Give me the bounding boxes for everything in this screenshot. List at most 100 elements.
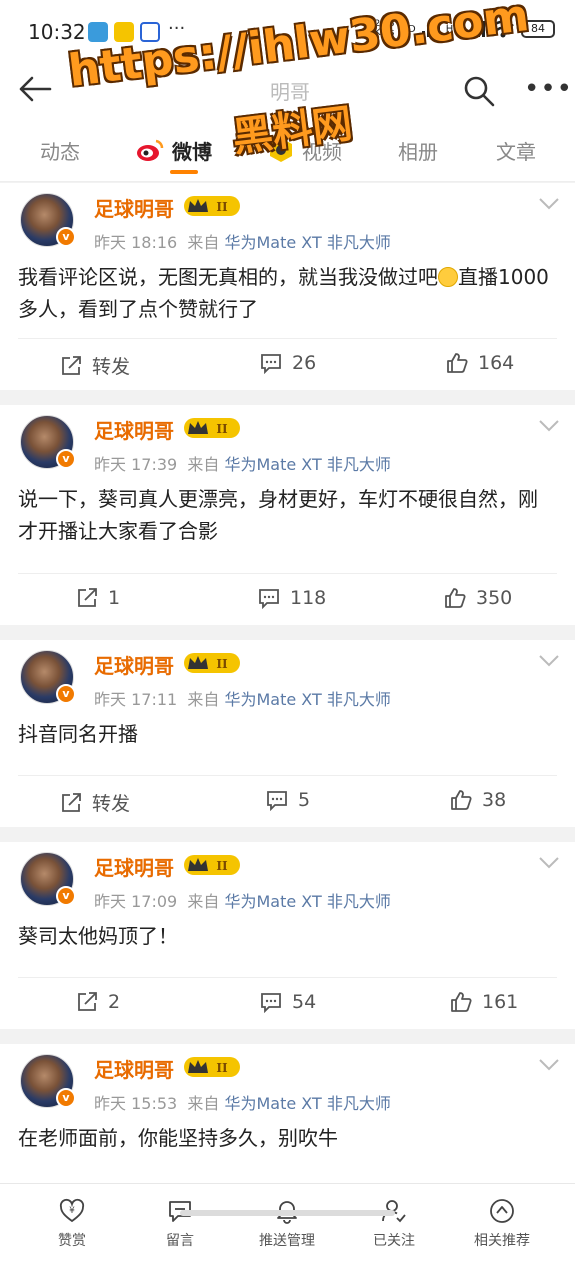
clock: 10:32 — [28, 20, 86, 44]
post-actions: 2 54 161 — [18, 977, 557, 1029]
repost-button[interactable]: 1 — [76, 587, 120, 609]
comment-button[interactable]: 5 — [266, 789, 310, 811]
post-source[interactable]: 华为Mate XT 非凡大师 — [224, 455, 390, 474]
repost-icon — [62, 792, 81, 812]
repost-button[interactable]: 转发 — [60, 789, 130, 816]
post-card[interactable]: v 足球明哥 II 昨天 18:16 来自 华为Mate XT 非凡大师 我看评… — [0, 183, 575, 390]
grin-emoji-icon — [438, 267, 458, 287]
scroll-handle[interactable] — [180, 1210, 395, 1216]
level-crown-icon: II — [184, 855, 240, 875]
repost-button[interactable]: 转发 — [60, 352, 130, 379]
recommendations-button[interactable]: 相关推荐 — [452, 1198, 552, 1250]
message-button[interactable]: 留言 — [130, 1198, 230, 1250]
level-crown-icon: II — [184, 418, 240, 438]
video-tab-icon — [270, 138, 292, 162]
post-meta: 昨天 17:39 来自 华为Mate XT 非凡大师 — [94, 455, 391, 474]
post-meta: 昨天 18:16 来自 华为Mate XT 非凡大师 — [94, 233, 391, 252]
verified-badge-icon: v — [56, 886, 76, 906]
comment-button[interactable]: 118 — [258, 587, 326, 609]
verified-badge-icon: v — [56, 684, 76, 704]
chevron-down-icon[interactable] — [538, 654, 560, 668]
post-card[interactable]: v 足球明哥 II 昨天 17:11 来自 华为Mate XT 非凡大师 抖音同… — [0, 640, 575, 827]
verified-badge-icon: v — [56, 1088, 76, 1108]
following-button[interactable]: 已关注 — [344, 1198, 444, 1250]
like-button[interactable]: 350 — [444, 587, 512, 609]
push-settings-button[interactable]: 推送管理 — [237, 1198, 337, 1250]
reward-heart-icon: ¥ — [59, 1198, 85, 1223]
post-actions: 转发 26 164 — [18, 338, 557, 390]
more-options-icon[interactable]: ••• — [524, 74, 573, 104]
wifi-icon — [492, 20, 514, 38]
signal-icon — [421, 21, 440, 37]
battery-icon: 84 — [521, 20, 555, 38]
level-crown-icon: II — [184, 1057, 240, 1077]
post-text[interactable]: 抖音同名开播 — [18, 718, 555, 750]
post-card[interactable]: v 足球明哥 II 昨天 17:09 来自 华为Mate XT 非凡大师 葵司太… — [0, 842, 575, 1029]
svg-text:II: II — [216, 200, 228, 214]
thumbs-up-icon — [447, 353, 468, 373]
chevron-down-icon[interactable] — [538, 1058, 560, 1072]
post-source[interactable]: 华为Mate XT 非凡大师 — [224, 690, 390, 709]
signal-icon-2 — [467, 21, 485, 37]
post-text[interactable]: 我看评论区说，无图无真相的，就当我没做过吧 直播1000多人，看到了点个赞就行了 — [18, 261, 555, 325]
comment-icon — [259, 589, 279, 609]
comment-button[interactable]: 26 — [260, 352, 316, 374]
net-speed: 2.78 KB/s — [374, 19, 395, 38]
post-meta: 昨天 15:53 来自 华为Mate XT 非凡大师 — [94, 1094, 391, 1113]
comment-button[interactable]: 54 — [260, 991, 316, 1013]
tab-feed[interactable]: 动态 — [40, 136, 80, 165]
profile-header: 明哥 ••• — [0, 62, 575, 118]
like-button[interactable]: 38 — [450, 789, 506, 811]
author-name[interactable]: 足球明哥 — [94, 1054, 174, 1083]
status-bar: 10:32 ··· 2.78 KB/s HD HD 84 — [0, 0, 575, 62]
profile-action-bar: ¥ 赞赏 留言 推送管理 已关注 相关推荐 — [0, 1183, 575, 1280]
post-meta: 昨天 17:09 来自 华为Mate XT 非凡大师 — [94, 892, 391, 911]
author-name[interactable]: 足球明哥 — [94, 650, 174, 679]
post-text[interactable]: 在老师面前，你能坚持多久，别吹牛 — [18, 1122, 555, 1154]
verified-badge-icon: v — [56, 227, 76, 247]
chevron-down-icon[interactable] — [538, 856, 560, 870]
compass-icon — [490, 1199, 514, 1223]
post-card[interactable]: v 足球明哥 II 昨天 17:39 来自 华为Mate XT 非凡大师 说一下… — [0, 405, 575, 625]
tab-weibo[interactable]: 微博 — [172, 136, 212, 165]
thumbs-up-icon — [451, 790, 472, 810]
svg-text:II: II — [216, 859, 228, 873]
weibo-notify-icon — [114, 22, 134, 42]
repost-button[interactable]: 2 — [76, 991, 120, 1013]
tab-articles[interactable]: 文章 — [496, 136, 536, 165]
chevron-down-icon[interactable] — [538, 197, 560, 211]
like-button[interactable]: 164 — [446, 352, 514, 374]
tab-album[interactable]: 相册 — [398, 136, 438, 165]
like-button[interactable]: 161 — [450, 991, 518, 1013]
comment-icon — [261, 354, 281, 374]
post-text[interactable]: 说一下，葵司真人更漂亮，身材更好，车灯不硬很自然，刚才开播让大家看了合影 — [18, 483, 555, 547]
status-indicators: 2.78 KB/s HD HD 84 — [374, 20, 555, 38]
post-source[interactable]: 华为Mate XT 非凡大师 — [224, 1094, 390, 1113]
page-title: 明哥 — [270, 80, 310, 104]
post-card[interactable]: v 足球明哥 II 昨天 15:53 来自 华为Mate XT 非凡大师 在老师… — [0, 1044, 575, 1204]
author-name[interactable]: 足球明哥 — [94, 193, 174, 222]
tab-video[interactable]: 视频 — [302, 136, 342, 165]
post-meta: 昨天 17:11 来自 华为Mate XT 非凡大师 — [94, 690, 391, 709]
app-notify-icon — [140, 22, 160, 42]
post-actions: 转发 5 38 — [18, 775, 557, 827]
author-name[interactable]: 足球明哥 — [94, 852, 174, 881]
svg-text:II: II — [216, 657, 228, 671]
signal-hd-icon: HD — [400, 23, 416, 35]
chevron-down-icon[interactable] — [538, 419, 560, 433]
post-text[interactable]: 葵司太他妈顶了！ — [18, 920, 555, 952]
verified-badge-icon: v — [56, 449, 76, 469]
search-icon[interactable] — [462, 74, 496, 108]
post-source[interactable]: 华为Mate XT 非凡大师 — [224, 892, 390, 911]
post-feed: v 足球明哥 II 昨天 18:16 来自 华为Mate XT 非凡大师 我看评… — [0, 183, 575, 1219]
telegram-icon — [88, 22, 108, 42]
post-actions: 1 118 350 — [18, 573, 557, 625]
post-source[interactable]: 华为Mate XT 非凡大师 — [224, 233, 390, 252]
more-notifications-icon: ··· — [168, 18, 186, 39]
author-name[interactable]: 足球明哥 — [94, 415, 174, 444]
comment-icon — [261, 993, 281, 1013]
thumbs-up-icon — [451, 992, 472, 1012]
reward-button[interactable]: ¥ 赞赏 — [22, 1198, 122, 1250]
back-arrow-icon[interactable] — [18, 74, 52, 104]
svg-text:¥: ¥ — [69, 1206, 75, 1216]
